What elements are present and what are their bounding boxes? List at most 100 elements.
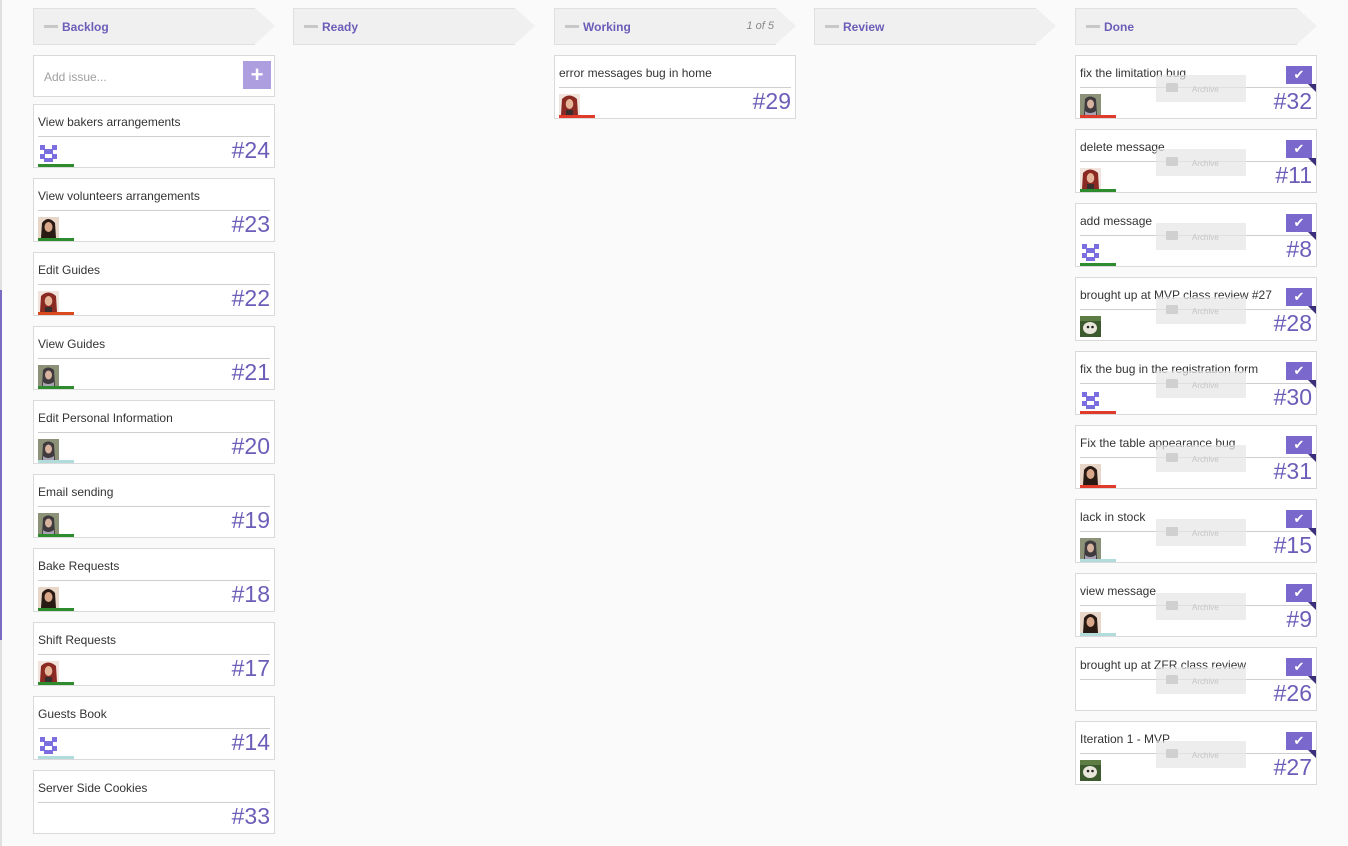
issue-number[interactable]: #23 (232, 211, 270, 238)
archive-button[interactable]: Archive (1156, 297, 1246, 324)
add-issue-input[interactable] (38, 62, 242, 92)
issue-card[interactable]: fix the bug in the registration form Arch… (1075, 351, 1317, 415)
column-backlog: Backlog + View bakers arrangements#24Vie… (33, 8, 275, 834)
issue-number[interactable]: #11 (1275, 162, 1312, 189)
issue-title[interactable]: Edit Personal Information (38, 411, 173, 425)
archive-button[interactable]: Archive (1156, 149, 1246, 176)
issue-title[interactable]: Bake Requests (38, 559, 119, 573)
issue-number[interactable]: #15 (1274, 532, 1312, 559)
column-header-ready[interactable]: Ready (293, 8, 535, 45)
issue-card[interactable]: View volunteers arrangements #23 (33, 178, 275, 242)
assignee-avatar (38, 513, 59, 534)
issue-number[interactable]: #31 (1274, 458, 1312, 485)
issue-title[interactable]: View volunteers arrangements (38, 189, 200, 203)
issue-number[interactable]: #32 (1274, 88, 1312, 115)
check-icon[interactable]: ✔ (1286, 584, 1312, 602)
priority-bar (38, 312, 74, 315)
issue-number[interactable]: #21 (232, 359, 270, 386)
issue-number[interactable]: #27 (1274, 754, 1312, 781)
check-icon[interactable]: ✔ (1286, 288, 1312, 306)
archive-button[interactable]: Archive (1156, 667, 1246, 694)
collapse-icon[interactable] (825, 25, 839, 28)
issue-number[interactable]: #30 (1274, 384, 1312, 411)
issue-number[interactable]: #28 (1274, 310, 1312, 337)
archive-button[interactable]: Archive (1156, 223, 1246, 250)
issue-card[interactable]: View Guides #21 (33, 326, 275, 390)
issue-card[interactable]: error messages bug in home #29 (554, 55, 796, 119)
issue-card[interactable]: Iteration 1 - MVP Archive ✔ #27 (1075, 721, 1317, 785)
issue-card[interactable]: fix the limitation bug Archive ✔ #32 (1075, 55, 1317, 119)
archive-button[interactable]: Archive (1156, 445, 1246, 472)
check-icon[interactable]: ✔ (1286, 214, 1312, 232)
issue-number[interactable]: #22 (232, 285, 270, 312)
issue-card[interactable]: view message Archive ✔ #9 (1075, 573, 1317, 637)
column-header-backlog[interactable]: Backlog (33, 8, 275, 45)
issue-number[interactable]: #19 (232, 507, 270, 534)
collapse-icon[interactable] (44, 25, 58, 28)
check-icon[interactable]: ✔ (1286, 362, 1312, 380)
issue-card[interactable]: brought up at ZFR class review Archive ✔ #2… (1075, 647, 1317, 711)
assignee-avatar (559, 94, 580, 115)
issue-title[interactable]: error messages bug in home (559, 66, 712, 80)
column-working: Working 1 of 5 error messages bug in hom… (554, 8, 796, 119)
issue-card[interactable]: Bake Requests #18 (33, 548, 275, 612)
issue-card[interactable]: Shift Requests #17 (33, 622, 275, 686)
issue-card[interactable]: Guests Book #14 (33, 696, 275, 760)
archive-icon (1166, 527, 1178, 536)
column-header-done[interactable]: Done (1075, 8, 1317, 45)
issue-card[interactable]: Edit Guides #22 (33, 252, 275, 316)
check-icon[interactable]: ✔ (1286, 436, 1312, 454)
issue-card[interactable]: Fix the table appearance bug Archive ✔ #31 (1075, 425, 1317, 489)
add-issue-button[interactable]: + (243, 61, 271, 89)
check-icon[interactable]: ✔ (1286, 140, 1312, 158)
issue-number[interactable]: #20 (232, 433, 270, 460)
issue-card[interactable]: add message Archive ✔ #8 (1075, 203, 1317, 267)
issue-number[interactable]: #17 (232, 655, 270, 682)
issue-number[interactable]: #26 (1274, 680, 1312, 707)
issue-number[interactable]: #24 (232, 137, 270, 164)
collapse-icon[interactable] (565, 25, 579, 28)
issue-card[interactable]: lack in stock Archive ✔ #15 (1075, 499, 1317, 563)
issue-number[interactable]: #18 (232, 581, 270, 608)
check-icon[interactable]: ✔ (1286, 732, 1312, 750)
issue-number[interactable]: #8 (1286, 236, 1312, 263)
issue-title[interactable]: Guests Book (38, 707, 107, 721)
issue-card[interactable]: Email sending #19 (33, 474, 275, 538)
priority-bar (1080, 115, 1116, 118)
issue-card[interactable]: delete message Archive ✔ #11 (1075, 129, 1317, 193)
issue-title[interactable]: view message (1080, 584, 1156, 598)
collapse-icon[interactable] (1086, 25, 1100, 28)
issue-card[interactable]: View bakers arrangements #24 (33, 104, 275, 168)
issue-title[interactable]: Edit Guides (38, 263, 100, 277)
archive-button[interactable]: Archive (1156, 741, 1246, 768)
issue-number[interactable]: #29 (753, 88, 791, 115)
column-header-working[interactable]: Working 1 of 5 (554, 8, 796, 45)
archive-icon (1166, 601, 1178, 610)
priority-bar (1080, 189, 1116, 192)
issue-title[interactable]: Server Side Cookies (38, 781, 147, 795)
archive-button[interactable]: Archive (1156, 371, 1246, 398)
archive-button[interactable]: Archive (1156, 75, 1246, 102)
issue-title[interactable]: lack in stock (1080, 510, 1145, 524)
archive-button[interactable]: Archive (1156, 593, 1246, 620)
issue-card[interactable]: brought up at MVP class review #27 Archiv… (1075, 277, 1317, 341)
check-icon[interactable]: ✔ (1286, 66, 1312, 84)
collapse-icon[interactable] (304, 25, 318, 28)
archive-button[interactable]: Archive (1156, 519, 1246, 546)
issue-card[interactable]: Edit Personal Information #20 (33, 400, 275, 464)
issue-title[interactable]: add message (1080, 214, 1152, 228)
issue-number[interactable]: #14 (232, 729, 270, 756)
kanban-board: Backlog + View bakers arrangements#24Vie… (0, 0, 1348, 846)
issue-title[interactable]: Email sending (38, 485, 113, 499)
check-icon[interactable]: ✔ (1286, 510, 1312, 528)
issue-title[interactable]: Shift Requests (38, 633, 116, 647)
issue-card[interactable]: Server Side Cookies #33 (33, 770, 275, 834)
priority-bar (38, 608, 74, 611)
column-header-review[interactable]: Review (814, 8, 1056, 45)
issue-title[interactable]: delete message (1080, 140, 1165, 154)
check-icon[interactable]: ✔ (1286, 658, 1312, 676)
issue-number[interactable]: #33 (232, 803, 270, 830)
issue-title[interactable]: View Guides (38, 337, 105, 351)
issue-number[interactable]: #9 (1286, 606, 1312, 633)
issue-title[interactable]: View bakers arrangements (38, 115, 181, 129)
